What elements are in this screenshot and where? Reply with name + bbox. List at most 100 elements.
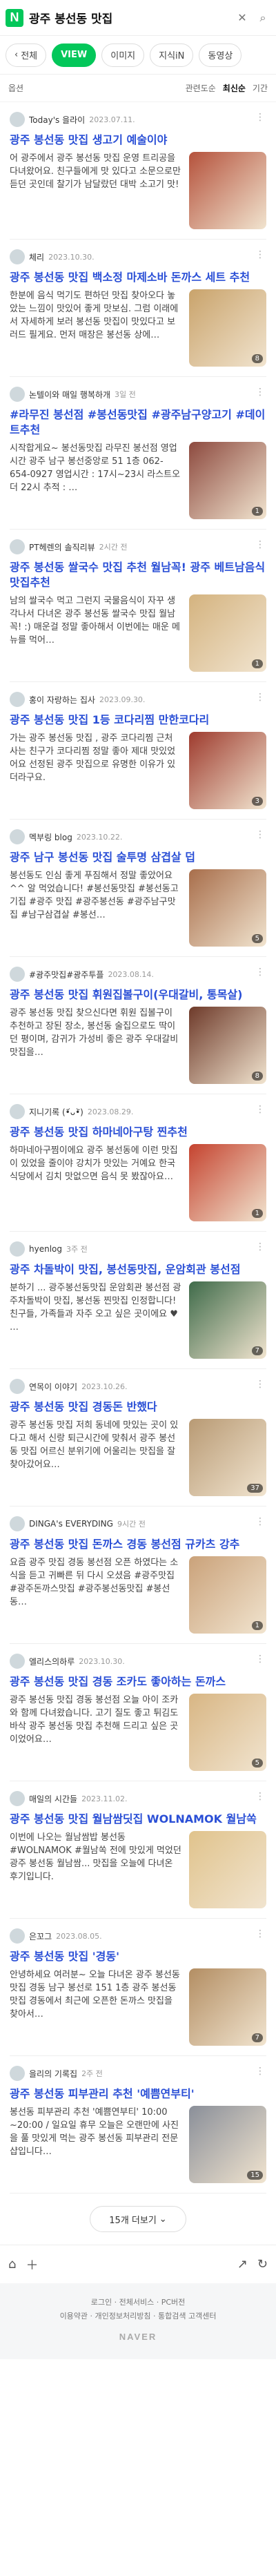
refresh-icon[interactable]: ↻ — [257, 2257, 268, 2272]
post-author[interactable]: PT헤렌의 솔직리뷰 — [29, 541, 95, 553]
post-thumbnail[interactable]: 5 — [189, 869, 266, 947]
more-options-icon[interactable]: ⋮ — [254, 692, 266, 703]
more-options-icon[interactable]: ⋮ — [254, 1104, 266, 1115]
post-author[interactable]: 을리의 기록집 — [29, 2068, 77, 2080]
post-thumbnail[interactable]: 15 — [189, 2106, 266, 2183]
post-author[interactable]: 매일의 시간들 — [29, 1793, 77, 1805]
avatar[interactable] — [10, 692, 25, 707]
post-snippet[interactable]: 봉선동도 인심 좋게 푸짐해서 정말 좋았어요^^ 알 먹었습니다! #봉선동맛… — [10, 869, 182, 935]
post-author[interactable]: 논텔이와 매일 행복하개 — [29, 389, 110, 400]
post-author[interactable]: 연목이 이야기 — [29, 1381, 77, 1393]
post-thumbnail[interactable]: 1 — [189, 594, 266, 672]
options-button[interactable]: 옵션 — [8, 82, 23, 94]
post-snippet[interactable]: 안녕하세요 여러분~ 오늘 다녀온 광주 봉선동 맛집 경동 남구 봉선로 15… — [10, 1968, 182, 2034]
tab-video[interactable]: 동영상 — [199, 43, 242, 67]
avatar[interactable] — [10, 1104, 25, 1119]
show-more-button[interactable]: 15개 더보기 ⌄ — [90, 2206, 186, 2232]
post-thumbnail[interactable]: 37 — [189, 1419, 266, 1496]
post-title[interactable]: 광주 봉선동 맛집 경동돈 반했다 — [10, 1400, 266, 1415]
result-post[interactable]: 은꼬그 2023.08.05. ⋮ 광주 봉선동 맛집 '경동' 안녕하세요 여러분~ … — [10, 1919, 266, 2056]
result-post[interactable]: 멕부링 blog 2023.10.22. ⋮ 광주 남구 봉선동 맛집 술투명 삼겹살… — [10, 820, 266, 957]
post-author[interactable]: 홍이 자랑하는 집사 — [29, 694, 95, 706]
post-title[interactable]: 광주 차돌박이 맛집, 봉선동맛집, 운암회관 봉선점 — [10, 1262, 266, 1277]
post-title[interactable]: 광주 봉선동 쌀국수 맛집 추천 월남꼭! 광주 베트남음식 맛집추천 — [10, 560, 266, 590]
avatar[interactable] — [10, 1928, 25, 1944]
post-thumbnail[interactable]: 8 — [189, 1007, 266, 1084]
post-snippet[interactable]: 봉선동 피부관리 추천 '예쁨연부티' 10:00 ~20:00 / 일요일 휴… — [10, 2106, 182, 2171]
post-snippet[interactable]: 광주 봉선동 맛집 경동 봉선점 오늘 아이 조카와 함께 다녀왔습니다. 고기… — [10, 1694, 182, 1759]
avatar[interactable] — [10, 967, 25, 982]
period-filter[interactable]: 기간 — [253, 82, 268, 94]
search-icon[interactable]: ⌕ — [255, 10, 270, 26]
post-snippet[interactable]: 하마네아구찜이에요 광주 봉선동에 이런 맛집이 있었을 줄이야 강치가 맛있는… — [10, 1144, 182, 1210]
result-post[interactable]: 연목이 이야기 2023.10.26. ⋮ 광주 봉선동 맛집 경동돈 반했다 광주 봉… — [10, 1369, 266, 1507]
post-thumbnail[interactable] — [189, 1831, 266, 1908]
post-snippet[interactable]: 분하기 ... 광주봉선동맛집 운암회관 봉선점 광주차돌박이 맛집, 봉선동 … — [10, 1281, 182, 1347]
post-author[interactable]: Today's 을라이 — [29, 114, 85, 126]
post-snippet[interactable]: 남의 쌀국수 먹고 그런지 국물음식이 자꾸 생각나서 다녀온 광주 봉선동 쌀… — [10, 594, 182, 660]
post-snippet[interactable]: 이번에 나오는 월남쌈밥 봉선동 #WOLNAMOK #월남쏙 전에 맛있게 먹… — [10, 1831, 182, 1897]
search-query[interactable]: 광주 봉선동 맛집 — [29, 9, 229, 26]
post-thumbnail[interactable]: 5 — [189, 1694, 266, 1771]
more-options-icon[interactable]: ⋮ — [254, 249, 266, 260]
post-snippet[interactable]: 어 광주에서 광주 봉선동 맛집 운영 트리공을 다녀왔어요. 친구들에게 맛 … — [10, 152, 182, 217]
naver-logo-icon[interactable]: N — [6, 8, 23, 27]
avatar[interactable] — [10, 1791, 25, 1806]
sort-latest[interactable]: 최신순 — [223, 82, 246, 94]
more-options-icon[interactable]: ⋮ — [254, 2066, 266, 2077]
more-options-icon[interactable]: ⋮ — [254, 539, 266, 550]
post-title[interactable]: 광주 봉선동 맛집 돈까스 경동 봉선점 규카츠 강추 — [10, 1537, 266, 1552]
avatar[interactable] — [10, 249, 25, 264]
post-title[interactable]: 광주 봉선동 맛집 경동 조카도 좋아하는 돈까스 — [10, 1674, 266, 1689]
more-options-icon[interactable]: ⋮ — [254, 1654, 266, 1665]
post-thumbnail[interactable] — [189, 152, 266, 229]
more-options-icon[interactable]: ⋮ — [254, 967, 266, 978]
avatar[interactable] — [10, 2066, 25, 2081]
clear-icon[interactable]: ✕ — [235, 10, 250, 26]
post-author[interactable]: hyenlog — [29, 1244, 62, 1254]
result-post[interactable]: 체리 2023.10.30. ⋮ 광주 봉선동 맛집 백소정 마제소바 돈까스 세트 … — [10, 240, 266, 377]
avatar[interactable] — [10, 1516, 25, 1531]
result-post[interactable]: DINGA's EVERYDING 9시간 전 ⋮ 광주 봉선동 맛집 돈까스 경동 … — [10, 1507, 266, 1644]
result-post[interactable]: 매일의 시간들 2023.11.02. ⋮ 광주 봉선동 맛집 월남쌈딧집 WOLNA… — [10, 1781, 266, 1919]
avatar[interactable] — [10, 1379, 25, 1394]
result-post[interactable]: #광주맛집#광주투플 2023.08.14. ⋮ 광주 봉선동 맛집 휘원집볼구이(우… — [10, 957, 266, 1094]
more-options-icon[interactable]: ⋮ — [254, 1791, 266, 1802]
result-post[interactable]: 엘리스의하루 2023.10.30. ⋮ 광주 봉선동 맛집 경동 조카도 좋아하는 … — [10, 1644, 266, 1781]
tab-view[interactable]: VIEW — [52, 43, 97, 67]
tab-kin[interactable]: 지식iN — [150, 43, 194, 67]
post-snippet[interactable]: 한분에 음식 먹기도 편하던 맛집 찾아오다 놓았는 느낌이 맛있어 좋게 맛보… — [10, 289, 182, 355]
post-snippet[interactable]: 광주 봉선동 맛집 저희 동네에 맛있는 곳이 있다고 해서 신랑 퇴근시간에 … — [10, 1419, 182, 1484]
result-post[interactable]: Today's 을라이 2023.07.11. ⋮ 광주 봉선동 맛집 생고기 예술이… — [10, 102, 266, 240]
avatar[interactable] — [10, 387, 25, 402]
footer-policy[interactable]: 이용약관 · 개인정보처리방침 · 통합검색 고객센터 — [7, 2309, 269, 2323]
share-icon[interactable]: ↗ — [237, 2257, 248, 2272]
post-thumbnail[interactable]: 3 — [189, 732, 266, 809]
more-options-icon[interactable]: ⋮ — [254, 387, 266, 398]
post-thumbnail[interactable]: 7 — [189, 1281, 266, 1359]
avatar[interactable] — [10, 539, 25, 554]
post-author[interactable]: DINGA's EVERYDING — [29, 1519, 113, 1529]
result-post[interactable]: 홍이 자랑하는 집사 2023.09.30. ⋮ 광주 봉선동 맛집 1등 코다리찜 … — [10, 682, 266, 820]
post-title[interactable]: 광주 봉선동 맛집 하마네아구탕 찐추천 — [10, 1125, 266, 1140]
post-title[interactable]: 광주 봉선동 맛집 월남쌈딧집 WOLNAMOK 월남쏙 — [10, 1812, 266, 1827]
footer-links[interactable]: 로그인 · 전체서비스 · PC버전 — [7, 2296, 269, 2309]
result-post[interactable]: 논텔이와 매일 행복하개 3일 전 ⋮ #라무진 봉선점 #봉선동맛집 #광주남구양고… — [10, 377, 266, 530]
post-thumbnail[interactable]: 1 — [189, 1556, 266, 1634]
add-icon[interactable]: ＋ — [26, 2256, 38, 2274]
sort-relevance[interactable]: 관련도순 — [186, 82, 216, 94]
more-options-icon[interactable]: ⋮ — [254, 1928, 266, 1939]
avatar[interactable] — [10, 1241, 25, 1257]
result-post[interactable]: 을리의 기록집 2주 전 ⋮ 광주 봉선동 피부관리 추천 '예쁨연부티' 봉선동 피부… — [10, 2056, 266, 2194]
home-icon[interactable]: ⌂ — [8, 2257, 16, 2272]
post-title[interactable]: 광주 봉선동 맛집 생고기 예술이야 — [10, 133, 266, 148]
post-title[interactable]: 광주 봉선동 맛집 1등 코다리찜 만한코다리 — [10, 713, 266, 728]
more-options-icon[interactable]: ⋮ — [254, 1241, 266, 1252]
more-options-icon[interactable]: ⋮ — [254, 829, 266, 840]
post-title[interactable]: #라무진 봉선점 #봉선동맛집 #광주남구양고기 #데이트추천 — [10, 407, 266, 438]
post-title[interactable]: 광주 봉선동 맛집 '경동' — [10, 1949, 266, 1964]
tab-image[interactable]: 이미지 — [101, 43, 145, 67]
post-author[interactable]: 멕부링 blog — [29, 831, 72, 843]
result-post[interactable]: hyenlog 3주 전 ⋮ 광주 차돌박이 맛집, 봉선동맛집, 운암회관 봉선점 분… — [10, 1232, 266, 1369]
post-title[interactable]: 광주 봉선동 맛집 백소정 마제소바 돈까스 세트 추천 — [10, 270, 266, 285]
